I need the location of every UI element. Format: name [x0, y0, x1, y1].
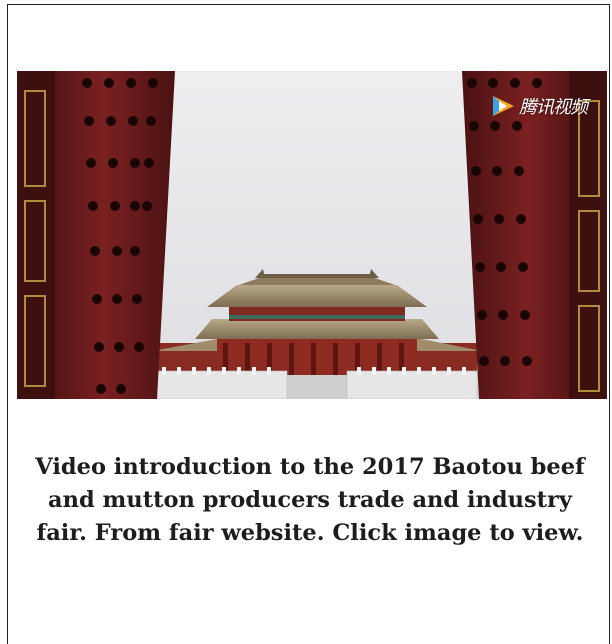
- video-thumbnail-link[interactable]: 腾讯视频: [17, 71, 607, 399]
- video-brand-watermark: 腾讯视频: [490, 93, 588, 119]
- image-caption: Video introduction to the 2017 Baotou be…: [35, 454, 585, 546]
- video-thumbnail-image: [17, 71, 607, 399]
- video-brand-text: 腾讯视频: [519, 97, 588, 118]
- article-card: 腾讯视频 Video introduction to the 2017 Baot…: [7, 4, 610, 644]
- play-logo-icon: [493, 96, 514, 116]
